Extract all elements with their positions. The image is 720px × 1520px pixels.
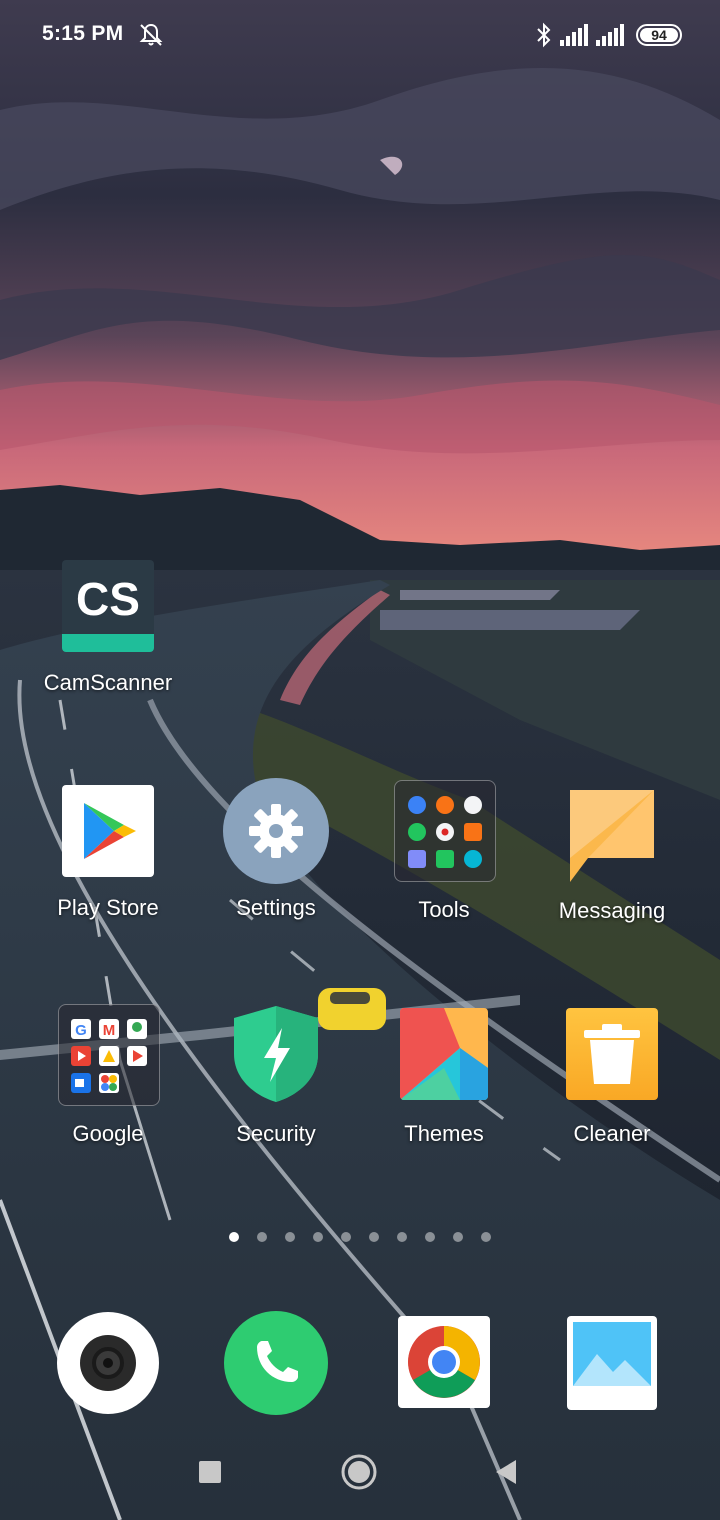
tools-folder-icon <box>394 780 496 882</box>
page-dot[interactable] <box>285 1232 295 1242</box>
page-indicator[interactable] <box>0 1232 720 1244</box>
page-dot[interactable] <box>453 1232 463 1242</box>
app-label: CamScanner <box>43 670 173 695</box>
settings-icon <box>223 778 329 884</box>
cleaner-icon <box>566 1008 658 1100</box>
google-folder-icon: G M <box>58 1004 160 1106</box>
app-label: Settings <box>236 895 316 920</box>
status-time: 5:15 PM <box>42 22 124 45</box>
themes-icon <box>400 1008 488 1100</box>
page-dot[interactable] <box>481 1232 491 1242</box>
battery-level: 94 <box>651 27 667 43</box>
page-dot[interactable] <box>425 1232 435 1242</box>
battery-indicator: 94 <box>636 24 682 46</box>
back-button[interactable] <box>494 1458 518 1486</box>
camera-icon[interactable] <box>57 1312 159 1414</box>
app-label: Messaging <box>558 898 666 923</box>
play-store-icon <box>62 785 154 877</box>
signal-icon <box>560 24 588 46</box>
app-label: Google <box>72 1121 144 1146</box>
camscanner-icon: CS <box>62 560 154 652</box>
security-icon <box>230 1004 322 1104</box>
app-label: Play Store <box>57 895 159 920</box>
page-dot[interactable] <box>341 1232 351 1242</box>
chrome-icon[interactable] <box>398 1316 490 1408</box>
svg-text:G: G <box>75 1022 87 1039</box>
svg-text:M: M <box>103 1022 116 1039</box>
app-label: Tools <box>418 897 470 922</box>
recents-button[interactable] <box>198 1460 222 1484</box>
page-dot[interactable] <box>397 1232 407 1242</box>
page-dot[interactable] <box>369 1232 379 1242</box>
gallery-icon[interactable] <box>567 1316 657 1410</box>
app-label: Themes <box>404 1121 484 1146</box>
messaging-icon <box>568 788 656 884</box>
page-dot[interactable] <box>229 1232 239 1242</box>
app-label: Cleaner <box>573 1121 651 1146</box>
wallpaper-image <box>0 0 720 1520</box>
mute-notifications-icon <box>139 23 163 46</box>
page-dot[interactable] <box>313 1232 323 1242</box>
app-label: Security <box>236 1121 316 1146</box>
home-button[interactable] <box>341 1454 377 1490</box>
page-dot[interactable] <box>257 1232 267 1242</box>
phone-icon[interactable] <box>224 1311 328 1415</box>
bluetooth-icon <box>537 22 551 48</box>
status-bar: 5:15 PM 94 <box>0 0 720 70</box>
signal-icon <box>596 24 624 46</box>
navigation-bar <box>0 1440 720 1504</box>
